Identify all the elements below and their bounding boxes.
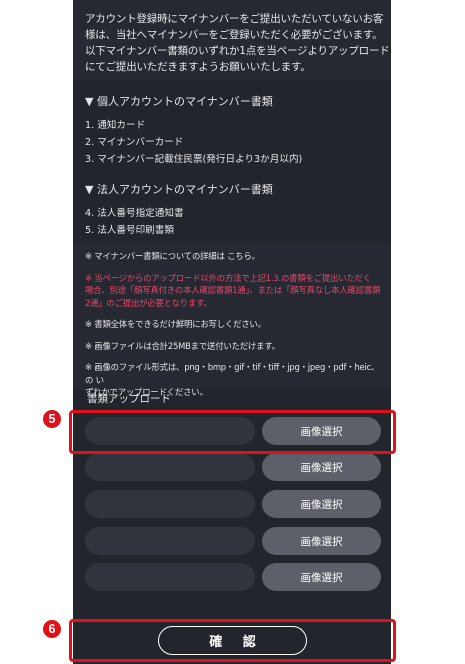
intro-line: 様は、当社へマイナンバーをご登録いただく必要がございます。 <box>85 29 383 41</box>
file-name-field[interactable] <box>85 563 255 591</box>
select-image-button[interactable]: 画像選択 <box>262 527 381 555</box>
warning-line: ※ 当ページからのアップロード以外の方法で上記1.3.の書類をご提出いただく <box>85 272 371 283</box>
document-list: ▼ 個人アカウントのマイナンバー書類 1. 通知カード 2. マイナンバーカード… <box>85 94 385 239</box>
step-badge-confirm: 6 <box>43 620 61 638</box>
file-name-field[interactable] <box>85 527 255 555</box>
individual-heading: ▼ 個人アカウントのマイナンバー書類 <box>85 95 273 108</box>
warning-note: ※ 当ページからのアップロード以外の方法で上記1.3.の書類をご提出いただく 場… <box>85 272 381 310</box>
upload-row: 画像選択 <box>85 490 381 518</box>
size-note: ※ 画像ファイルは合計25MBまで送付いただけます。 <box>85 340 280 351</box>
upload-row: 画像選択 <box>85 453 381 481</box>
document-item: 1. 通知カード <box>85 120 146 131</box>
step-badge-upload: 5 <box>43 410 61 428</box>
upload-row: 画像選択 <box>85 527 381 555</box>
select-image-button[interactable]: 画像選択 <box>262 563 381 591</box>
confirm-highlight-frame <box>69 619 396 662</box>
file-name-field[interactable] <box>85 490 255 518</box>
corporate-heading: ▼ 法人アカウントのマイナンバー書類 <box>85 183 273 196</box>
document-item: 3. マイナンバー記載住民票(発行日より3か月以内) <box>85 154 303 165</box>
select-image-button[interactable]: 画像選択 <box>262 490 381 518</box>
document-item: 5. 法人番号印刷書類 <box>85 225 174 236</box>
select-image-button[interactable]: 画像選択 <box>262 453 381 481</box>
intro-panel: アカウント登録時にマイナンバーをご提出いただいていないお客 様は、当社へマイナン… <box>73 0 391 80</box>
file-name-field[interactable] <box>85 453 255 481</box>
corporate-documents: ▼ 法人アカウントのマイナンバー書類 4. 法人番号指定通知書 5. 法人番号印… <box>85 182 385 239</box>
upload-highlight-frame <box>69 410 396 454</box>
warning-line: 2通」のご提出が必要となります。 <box>85 297 212 308</box>
document-item: 2. マイナンバーカード <box>85 137 184 148</box>
individual-documents: ▼ 個人アカウントのマイナンバー書類 1. 通知カード 2. マイナンバーカード… <box>85 94 385 168</box>
document-item: 4. 法人番号指定通知書 <box>85 208 184 219</box>
clarity-note: ※ 書類全体をできるだけ鮮明にお写しください。 <box>85 319 266 329</box>
upload-screen: アカウント登録時にマイナンバーをご提出いただいていないお客 様は、当社へマイナン… <box>73 0 391 664</box>
intro-line: 以下マイナンバー書類のいずれか1点を当ページよりアップロード <box>85 45 390 57</box>
format-line: ※ 画像のファイル形式は、png・bmp・gif・tif・tiff・jpg・jp… <box>85 362 384 385</box>
warning-line: 場合、別途「顔写真付きの本人確認書類1通」、または「顔写真なし本人確認書類 <box>85 285 381 295</box>
detail-note: ※ マイナンバー書類についての詳細は こちら。 <box>85 251 260 261</box>
intro-line: にてご提出いただきますようお願いいたします。 <box>85 61 311 73</box>
upload-row: 画像選択 <box>85 563 381 591</box>
intro-line: アカウント登録時にマイナンバーをご提出いただいていないお客 <box>85 13 384 25</box>
notes-panel: ※ マイナンバー書類についての詳細は こちら。 ※ 当ページからのアップロード以… <box>73 243 391 397</box>
upload-label: 書類アップロード <box>87 393 171 405</box>
